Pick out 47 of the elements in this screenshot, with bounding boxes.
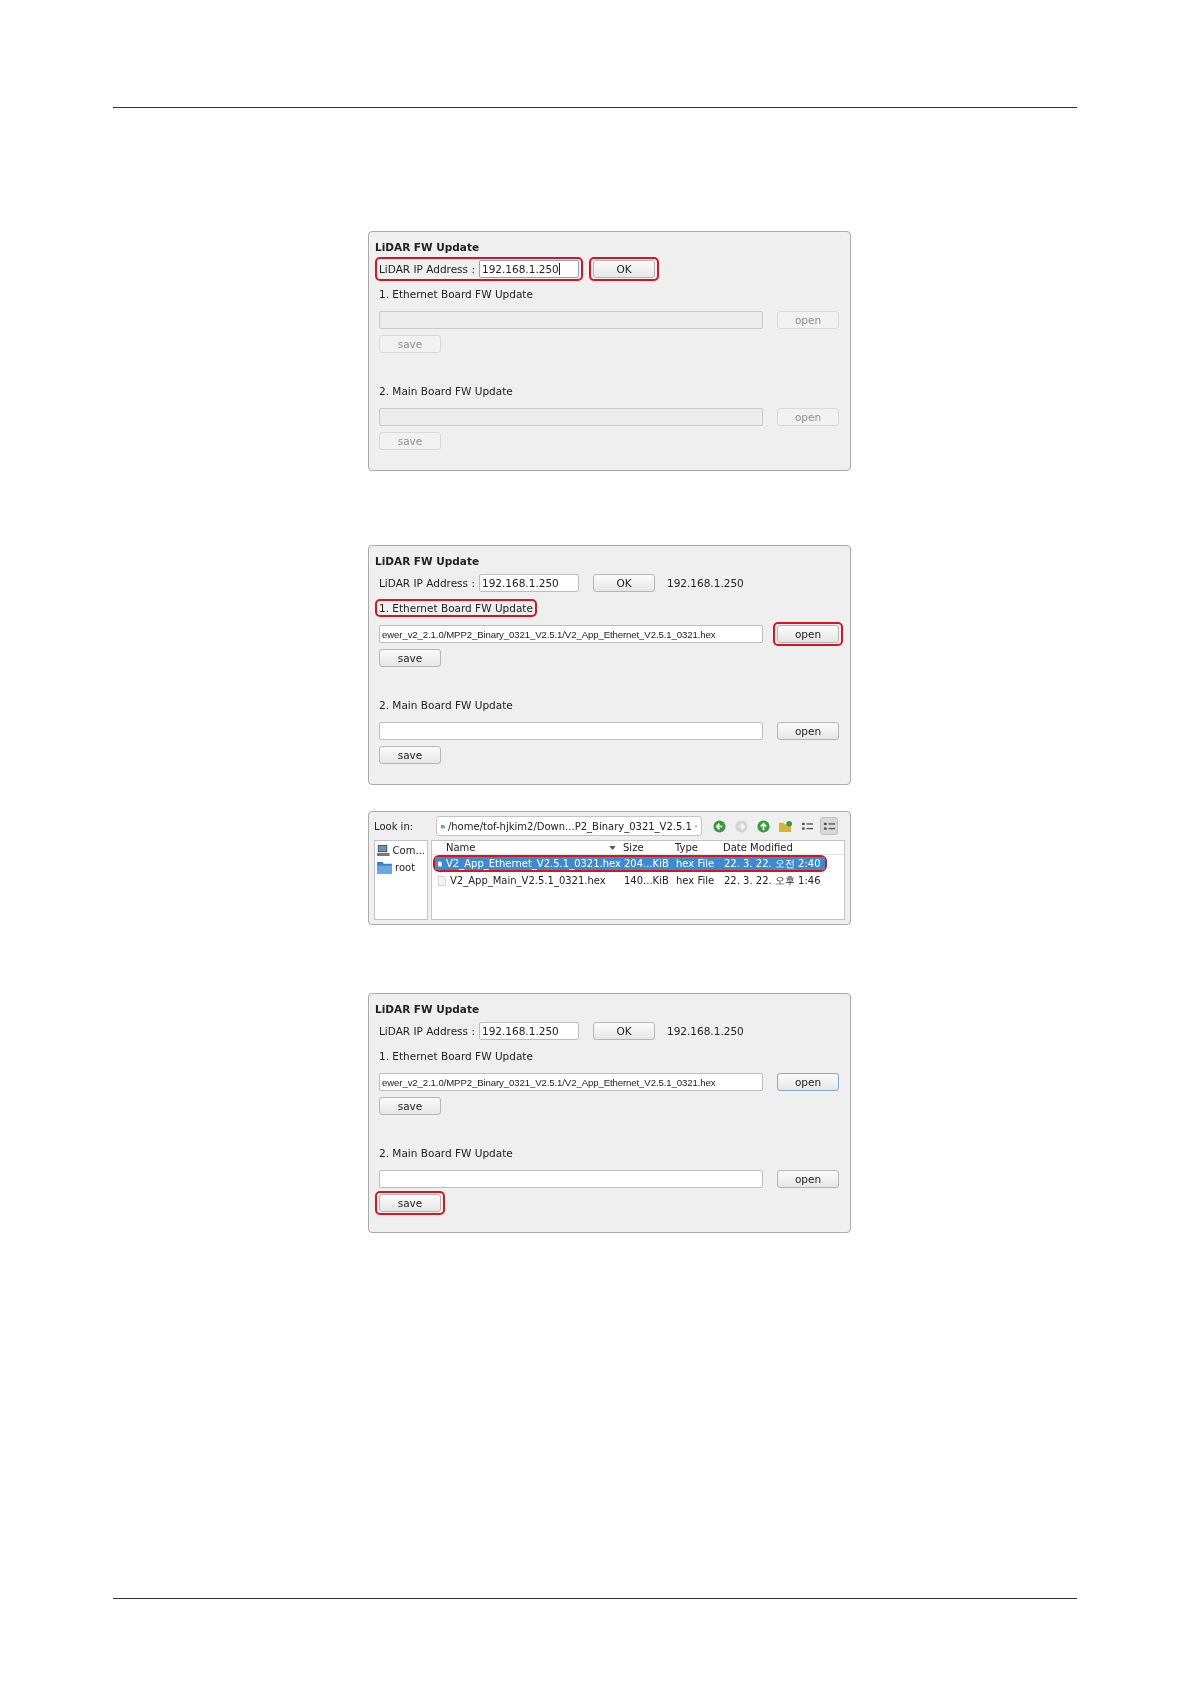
connected-ip-text: 192.168.1.250 <box>666 1025 744 1037</box>
section-heading: 1. Ethernet Board FW Update <box>379 288 533 300</box>
connected-ip-text: 192.168.1.250 <box>666 577 744 589</box>
save-button[interactable]: save <box>379 746 441 764</box>
save-button[interactable]: save <box>379 649 441 667</box>
save-button[interactable]: save <box>379 1097 441 1115</box>
ip-address-field[interactable]: 192.168.1.250 <box>478 1022 579 1040</box>
dialog-title: LiDAR FW Update <box>375 1003 481 1015</box>
save-button[interactable]: save <box>379 1194 441 1212</box>
ip-label: LiDAR IP Address : <box>379 1025 475 1037</box>
computer-icon <box>377 844 390 857</box>
column-header[interactable]: Date Modified <box>720 842 824 853</box>
look-in-label: Look in: <box>374 820 415 832</box>
file-path-field[interactable] <box>379 1170 763 1188</box>
detail-view-icon[interactable] <box>820 817 838 835</box>
file-path-field[interactable]: ewer_v2_2.1.0/MPP2_Binary_0321_V2.5.1/V2_App_Ethernet_V2.5.1_0321.hex <box>379 625 763 643</box>
file-row[interactable]: V2_App_Ethernet_V2.5.1_0321.hex 204...KiB hex File 22. 3. 22. 오전 2:40 <box>435 857 825 870</box>
column-header[interactable]: Size <box>620 842 672 853</box>
open-button[interactable]: open <box>777 1073 839 1091</box>
section-heading: 2. Main Board FW Update <box>379 385 513 397</box>
file-icon <box>438 858 443 869</box>
file-row[interactable]: V2_App_Main_V2.5.1_0321.hex 140...KiB hex File 22. 3. 22. 오후 1:46 <box>435 874 825 887</box>
ip-label: LiDAR IP Address : <box>379 577 475 589</box>
ip-address-field[interactable]: 192.168.1.250 <box>478 260 579 278</box>
ip-address-field[interactable]: 192.168.1.250 <box>478 574 579 592</box>
ip-label: LiDAR IP Address : <box>379 263 475 275</box>
file-path-field[interactable] <box>379 722 763 740</box>
column-header[interactable]: Type <box>672 842 720 853</box>
open-button[interactable]: open <box>777 722 839 740</box>
file-path-field[interactable]: ewer_v2_2.1.0/MPP2_Binary_0321_V2.5.1/V2_App_Ethernet_V2.5.1_0321.hex <box>379 1073 763 1091</box>
ok-button[interactable]: OK <box>592 574 655 592</box>
place-item[interactable]: Com... <box>377 844 425 857</box>
location-dropdown[interactable]: /home/tof-hjkim2/Down...P2_Binary_0321_V2.5.1 <box>436 816 702 836</box>
section-heading: 2. Main Board FW Update <box>379 1147 513 1159</box>
section-heading: 1. Ethernet Board FW Update <box>379 602 533 614</box>
section-heading: 2. Main Board FW Update <box>379 699 513 711</box>
dialog-title: LiDAR FW Update <box>375 555 481 567</box>
open-button[interactable]: open <box>777 625 839 643</box>
file-icon <box>438 875 446 886</box>
dialog-title: LiDAR FW Update <box>375 241 481 253</box>
open-button[interactable]: open <box>777 1170 839 1188</box>
ok-button[interactable]: OK <box>592 1022 655 1040</box>
place-item[interactable]: root <box>377 861 425 874</box>
column-header[interactable]: Name <box>434 842 620 853</box>
section-heading: 1. Ethernet Board FW Update <box>379 1050 533 1062</box>
ok-button[interactable]: OK <box>592 260 655 278</box>
folder-icon <box>377 861 392 874</box>
